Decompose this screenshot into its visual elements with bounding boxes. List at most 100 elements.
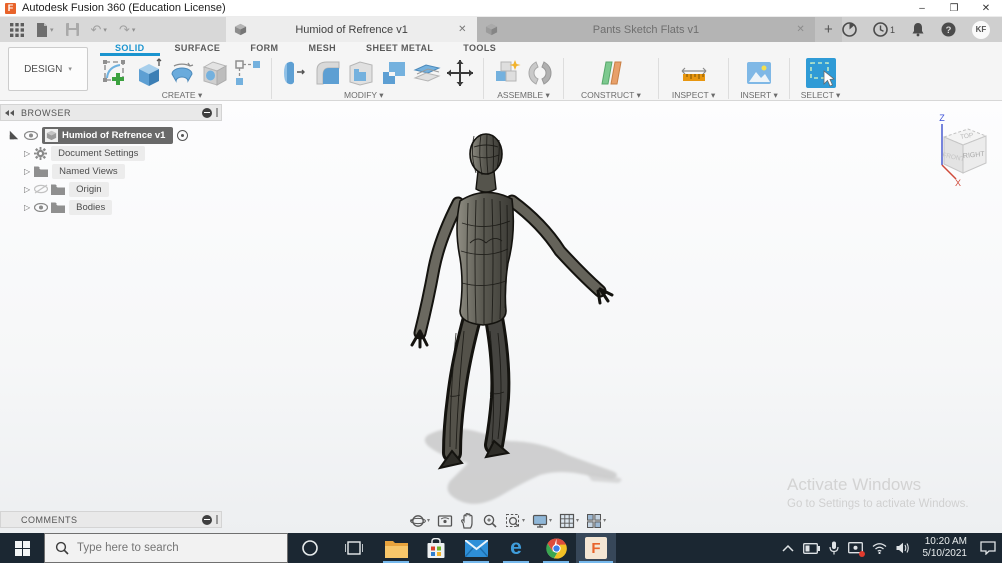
- grid-settings-icon[interactable]: ▾: [559, 513, 579, 529]
- action-center-icon[interactable]: [980, 541, 996, 555]
- visibility-off-icon[interactable]: [34, 184, 48, 194]
- edge-button[interactable]: e: [496, 533, 536, 563]
- tree-root-row[interactable]: Humiod of Refrence v1: [0, 126, 222, 144]
- display-settings-icon[interactable]: ▾: [532, 513, 552, 529]
- collapsed-arrow-icon[interactable]: ▷: [24, 149, 30, 158]
- fusion360-taskbar-button[interactable]: F: [576, 533, 616, 563]
- redo-icon[interactable]: ↷▾: [115, 19, 139, 40]
- store-button[interactable]: [416, 533, 456, 563]
- tray-expand-chevron-icon[interactable]: [782, 544, 794, 552]
- orbit-icon[interactable]: ▾: [410, 513, 430, 529]
- tree-root-item[interactable]: Humiod of Refrence v1: [42, 127, 173, 144]
- select-icon[interactable]: [806, 58, 836, 88]
- fillet-icon[interactable]: [313, 58, 343, 88]
- panel-collapse-icon[interactable]: [202, 108, 212, 118]
- activate-component-radio[interactable]: [177, 130, 188, 141]
- undo-icon[interactable]: ↶▾: [87, 19, 111, 40]
- tab-close-icon[interactable]: ✕: [794, 24, 806, 35]
- collapsed-arrow-icon[interactable]: ▷: [24, 167, 30, 176]
- user-avatar[interactable]: KF: [972, 21, 990, 39]
- zoom-icon[interactable]: [482, 513, 498, 529]
- insert-canvas-icon[interactable]: [744, 58, 774, 88]
- modify-group-label[interactable]: MODIFY ▾: [344, 90, 384, 101]
- new-tab-button[interactable]: +: [815, 17, 842, 42]
- construct-plane-icon[interactable]: [596, 58, 626, 88]
- tab-close-icon[interactable]: ✕: [456, 24, 468, 35]
- taskbar-search[interactable]: [44, 533, 288, 563]
- ribbon-tab-form[interactable]: FORM: [235, 42, 293, 56]
- combine-icon[interactable]: [379, 58, 409, 88]
- extrude-icon[interactable]: [134, 58, 164, 88]
- collapsed-arrow-icon[interactable]: ▷: [24, 185, 30, 194]
- save-icon[interactable]: [62, 19, 83, 40]
- battery-icon[interactable]: [803, 543, 820, 554]
- expanded-arrow-icon[interactable]: [10, 131, 18, 139]
- joint-icon[interactable]: [525, 58, 555, 88]
- clock[interactable]: 10:20 AM 5/10/2021: [923, 536, 968, 561]
- data-panel-icon[interactable]: [6, 19, 28, 40]
- tree-row-origin[interactable]: ▷ Origin: [0, 180, 222, 198]
- new-component-icon[interactable]: [492, 58, 522, 88]
- visibility-eye-icon[interactable]: [34, 203, 48, 212]
- collapse-panel-icon[interactable]: [5, 110, 15, 116]
- notifications-bell-icon[interactable]: [911, 22, 925, 37]
- look-at-icon[interactable]: [437, 513, 453, 529]
- assemble-group-label[interactable]: ASSEMBLE ▾: [497, 90, 549, 101]
- task-view-button[interactable]: [332, 533, 376, 563]
- wifi-icon[interactable]: [872, 543, 887, 554]
- collapsed-arrow-icon[interactable]: ▷: [24, 203, 30, 212]
- insert-group-label[interactable]: INSERT ▾: [740, 90, 778, 101]
- mail-button[interactable]: [456, 533, 496, 563]
- tree-row-document-settings[interactable]: ▷ Document Settings: [0, 144, 222, 162]
- panel-grip-handle[interactable]: [216, 515, 218, 524]
- view-cube[interactable]: Z TOP FRONT RIGHT X: [920, 107, 992, 187]
- help-icon[interactable]: ?: [941, 22, 956, 37]
- select-group-label[interactable]: SELECT ▾: [801, 90, 841, 101]
- ribbon-tab-solid[interactable]: SOLID: [100, 42, 160, 56]
- offset-face-icon[interactable]: [412, 58, 442, 88]
- press-pull-icon[interactable]: [280, 58, 310, 88]
- ribbon-tab-surface[interactable]: SURFACE: [160, 42, 236, 56]
- panel-collapse-icon[interactable]: [202, 515, 212, 525]
- viewports-icon[interactable]: ▾: [586, 513, 606, 529]
- chrome-button[interactable]: [536, 533, 576, 563]
- ribbon-tab-tools[interactable]: TOOLS: [448, 42, 511, 56]
- pan-icon[interactable]: [460, 513, 475, 529]
- file-menu-icon[interactable]: ▾: [32, 19, 58, 40]
- comments-panel-header[interactable]: COMMENTS: [0, 511, 222, 528]
- ribbon-tab-sheet-metal[interactable]: SHEET METAL: [351, 42, 448, 56]
- shell-icon[interactable]: [346, 58, 376, 88]
- 3d-viewport[interactable]: BROWSER Humiod of Refrence v1 ▷: [0, 101, 1002, 533]
- close-button[interactable]: ✕: [970, 0, 1002, 17]
- volume-icon[interactable]: [896, 542, 910, 554]
- job-status-icon[interactable]: 1: [873, 22, 895, 37]
- measure-icon[interactable]: [679, 58, 709, 88]
- search-input[interactable]: [77, 542, 267, 554]
- screen-share-icon[interactable]: [848, 542, 863, 555]
- start-button[interactable]: [0, 533, 44, 563]
- browser-panel-header[interactable]: BROWSER: [0, 104, 222, 121]
- extensions-icon[interactable]: [842, 22, 857, 37]
- document-tab-active[interactable]: Humiod of Refrence v1 ✕: [226, 17, 477, 42]
- visibility-eye-icon[interactable]: [24, 131, 38, 140]
- file-explorer-button[interactable]: [376, 533, 416, 563]
- ribbon-tab-mesh[interactable]: MESH: [293, 42, 351, 56]
- microphone-icon[interactable]: [829, 541, 839, 555]
- create-group-label[interactable]: CREATE ▾: [162, 90, 203, 101]
- fit-view-icon[interactable]: ▾: [505, 513, 525, 529]
- inspect-group-label[interactable]: INSPECT ▾: [672, 90, 715, 101]
- humanoid-mesh-body[interactable]: [390, 123, 635, 515]
- panel-grip-handle[interactable]: [216, 108, 218, 117]
- create-sketch-icon[interactable]: [101, 58, 131, 88]
- minimize-button[interactable]: –: [906, 0, 938, 17]
- sketch-pattern-icon[interactable]: [233, 58, 263, 88]
- construct-group-label[interactable]: CONSTRUCT ▾: [581, 90, 641, 101]
- revolve-icon[interactable]: [167, 58, 197, 88]
- move-icon[interactable]: [445, 58, 475, 88]
- tree-row-bodies[interactable]: ▷ Bodies: [0, 198, 222, 216]
- cortana-button[interactable]: [288, 533, 332, 563]
- maximize-button[interactable]: ❐: [938, 0, 970, 17]
- hole-icon[interactable]: [200, 58, 230, 88]
- tree-row-named-views[interactable]: ▷ Named Views: [0, 162, 222, 180]
- workspace-design-dropdown[interactable]: DESIGN ▾: [8, 47, 88, 91]
